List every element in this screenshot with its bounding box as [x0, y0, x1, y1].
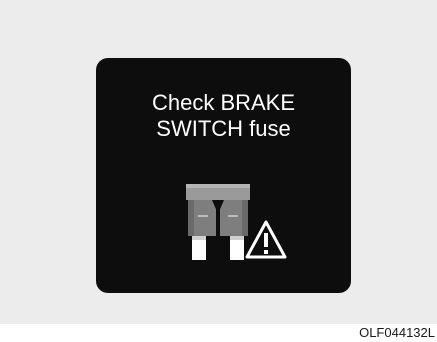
warning-triangle-icon: [245, 220, 287, 259]
fuse-warning-graphic: [184, 180, 296, 264]
figure-background: Check BRAKE SWITCH fuse: [0, 0, 437, 324]
figure-code: OLF044132L: [359, 325, 435, 340]
warning-message-line-2: SWITCH fuse: [156, 116, 291, 141]
cluster-display: Check BRAKE SWITCH fuse: [96, 58, 351, 293]
warning-message-line-1: Check BRAKE: [151, 90, 296, 115]
warning-message: Check BRAKE SWITCH fuse: [96, 90, 351, 142]
